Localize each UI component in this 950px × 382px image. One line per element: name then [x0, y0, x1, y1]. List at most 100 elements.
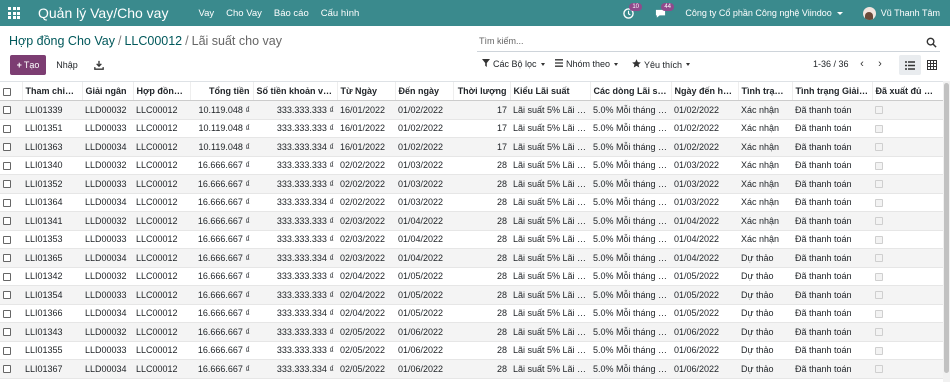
row-checkbox[interactable]	[3, 254, 11, 263]
table-row[interactable]: LLI01354 LLD00033 LLC00012 16.666.667 ₫ 333.…	[0, 285, 943, 305]
table-cell[interactable]: Đã thanh toán	[792, 119, 872, 138]
table-cell[interactable]: 16/01/2022	[337, 119, 395, 138]
table-row[interactable]: LLI01367 LLD00034 LLC00012 16.666.667 ₫ 333.…	[0, 359, 943, 379]
table-cell[interactable]: Đã thanh toán	[792, 322, 872, 342]
table-cell[interactable]: 5.0% Mỗi tháng [T...	[590, 137, 671, 157]
column-header[interactable]: Hợp đồng...	[133, 82, 191, 101]
menu-item-cho-vay[interactable]: Cho Vay	[226, 8, 262, 19]
table-cell[interactable]: 01/04/2022	[671, 248, 738, 268]
table-cell[interactable]: 16.666.667 ₫	[190, 285, 253, 305]
row-checkbox-cell[interactable]	[0, 156, 22, 175]
table-cell[interactable]: 5.0% Mỗi tháng [T...	[590, 156, 671, 175]
table-cell[interactable]: 01/06/2022	[671, 359, 738, 379]
table-cell[interactable]: Lãi suất 5% Lãi su...	[510, 285, 590, 305]
row-checkbox[interactable]	[3, 180, 11, 189]
table-cell[interactable]: 16.666.667 ₫	[190, 248, 253, 268]
table-cell[interactable]: Dự thảo	[738, 304, 792, 323]
table-cell[interactable]: 17	[453, 119, 510, 138]
table-cell[interactable]: 16.666.667 ₫	[190, 174, 253, 194]
table-cell[interactable]: 333.333.334 ₫	[253, 193, 337, 212]
table-cell[interactable]: 28	[453, 267, 510, 286]
table-cell[interactable]: 333.333.333 ₫	[253, 322, 337, 342]
table-cell[interactable]: 01/03/2022	[395, 156, 453, 175]
table-cell[interactable]: LLI01340	[22, 156, 82, 175]
company-switcher[interactable]: Công ty Cổ phần Công nghệ Viindoo	[685, 8, 831, 18]
table-cell[interactable]: Đã thanh toán	[792, 359, 872, 379]
table-cell[interactable]: 10.119.048 ₫	[190, 119, 253, 138]
table-cell[interactable]: Dự thảo	[738, 267, 792, 286]
table-cell[interactable]: LLC00012	[133, 211, 190, 231]
table-cell[interactable]: LLI01366	[22, 304, 82, 323]
table-cell[interactable]: 5.0% Mỗi tháng [T...	[590, 248, 671, 268]
table-cell[interactable]: 02/02/2022	[337, 174, 395, 194]
table-cell[interactable]: 01/02/2022	[671, 137, 738, 157]
table-cell[interactable]: 28	[453, 174, 510, 194]
row-checkbox[interactable]	[3, 365, 11, 374]
table-row[interactable]: LLI01352 LLD00033 LLC00012 16.666.667 ₫ 333.…	[0, 174, 943, 194]
table-cell[interactable]: LLC00012	[133, 119, 190, 138]
table-cell[interactable]: Đã thanh toán	[792, 174, 872, 194]
table-cell[interactable]: LLD00033	[82, 174, 133, 194]
table-cell[interactable]: 28	[453, 359, 510, 379]
create-button[interactable]: + Tạo	[10, 55, 46, 75]
table-row[interactable]: LLI01364 LLD00034 LLC00012 16.666.667 ₫ 333.…	[0, 193, 943, 212]
table-cell[interactable]: 01/05/2022	[671, 267, 738, 286]
column-header[interactable]: Đã xuất đủ Hoá đ...	[872, 82, 944, 101]
table-cell[interactable]: Đã thanh toán	[792, 156, 872, 175]
filters-dropdown[interactable]: Các Bộ lọc	[482, 59, 545, 69]
row-checkbox-cell[interactable]	[0, 304, 22, 323]
table-cell[interactable]: 01/03/2022	[395, 193, 453, 212]
table-cell[interactable]: LLD00033	[82, 341, 133, 360]
menu-item-bao-cao[interactable]: Báo cáo	[274, 8, 309, 19]
table-cell[interactable]: Xác nhận	[738, 100, 792, 120]
table-row[interactable]: LLI01353 LLD00033 LLC00012 16.666.667 ₫ 333.…	[0, 230, 943, 249]
table-cell[interactable]: 01/03/2022	[671, 156, 738, 175]
table-cell[interactable]: Dự thảo	[738, 248, 792, 268]
table-cell[interactable]: 28	[453, 156, 510, 175]
table-cell[interactable]: LLC00012	[133, 322, 190, 342]
table-cell[interactable]: Dự thảo	[738, 359, 792, 379]
column-header[interactable]: Tham chiếu...	[22, 82, 83, 101]
column-header[interactable]: Tổng tiền	[190, 82, 254, 101]
table-cell[interactable]: Xác nhận	[738, 230, 792, 249]
table-cell[interactable]: 01/03/2022	[395, 174, 453, 194]
row-checkbox[interactable]	[3, 346, 11, 355]
table-cell[interactable]: 01/02/2022	[671, 119, 738, 138]
user-avatar[interactable]	[862, 6, 876, 20]
table-cell[interactable]: Lãi suất 5% Lãi su...	[510, 211, 590, 231]
table-cell[interactable]: LLI01367	[22, 359, 82, 379]
table-cell[interactable]: 01/06/2022	[395, 359, 453, 379]
table-cell[interactable]: 02/05/2022	[337, 341, 395, 360]
row-checkbox-cell[interactable]	[0, 174, 22, 194]
select-all-checkbox[interactable]	[3, 87, 11, 96]
row-checkbox[interactable]	[3, 328, 11, 337]
table-cell[interactable]: Đã thanh toán	[792, 100, 872, 120]
table-cell[interactable]: LLC00012	[133, 285, 190, 305]
pager-value[interactable]: 1-36 / 36	[813, 59, 849, 69]
table-cell[interactable]: 5.0% Mỗi tháng [T...	[590, 304, 671, 323]
row-checkbox-cell[interactable]	[0, 100, 22, 120]
row-checkbox[interactable]	[3, 124, 11, 133]
table-cell[interactable]: LLI01352	[22, 174, 82, 194]
table-cell[interactable]: 333.333.333 ₫	[253, 341, 337, 360]
table-cell[interactable]: 333.333.334 ₫	[253, 137, 337, 157]
table-cell[interactable]: Xác nhận	[738, 156, 792, 175]
table-cell[interactable]: 02/03/2022	[337, 248, 395, 268]
table-cell[interactable]: LLC00012	[133, 341, 190, 360]
table-cell[interactable]: LLC00012	[133, 137, 190, 157]
table-cell[interactable]: Lãi suất 5% Lãi su...	[510, 248, 590, 268]
table-cell[interactable]: 28	[453, 341, 510, 360]
table-cell[interactable]: 5.0% Mỗi tháng [T...	[590, 100, 671, 120]
table-cell[interactable]: Đã thanh toán	[792, 137, 872, 157]
table-cell[interactable]: LLD00032	[82, 156, 133, 175]
column-header[interactable]: Các dòng Lãi suất...	[590, 82, 672, 101]
table-cell[interactable]: 16.666.667 ₫	[190, 341, 253, 360]
row-checkbox-cell[interactable]	[0, 248, 22, 268]
table-row[interactable]: LLI01355 LLD00033 LLC00012 16.666.667 ₫ 333.…	[0, 341, 943, 360]
column-header[interactable]: Số tiền khoản vay...	[253, 82, 338, 101]
table-row[interactable]: LLI01363 LLD00034 LLC00012 10.119.048 ₫ 333.…	[0, 137, 943, 157]
menu-item-vay[interactable]: Vay	[198, 8, 214, 19]
table-cell[interactable]: LLI01343	[22, 322, 82, 342]
list-view-icon[interactable]	[899, 55, 921, 75]
table-cell[interactable]: 10.119.048 ₫	[190, 137, 253, 157]
